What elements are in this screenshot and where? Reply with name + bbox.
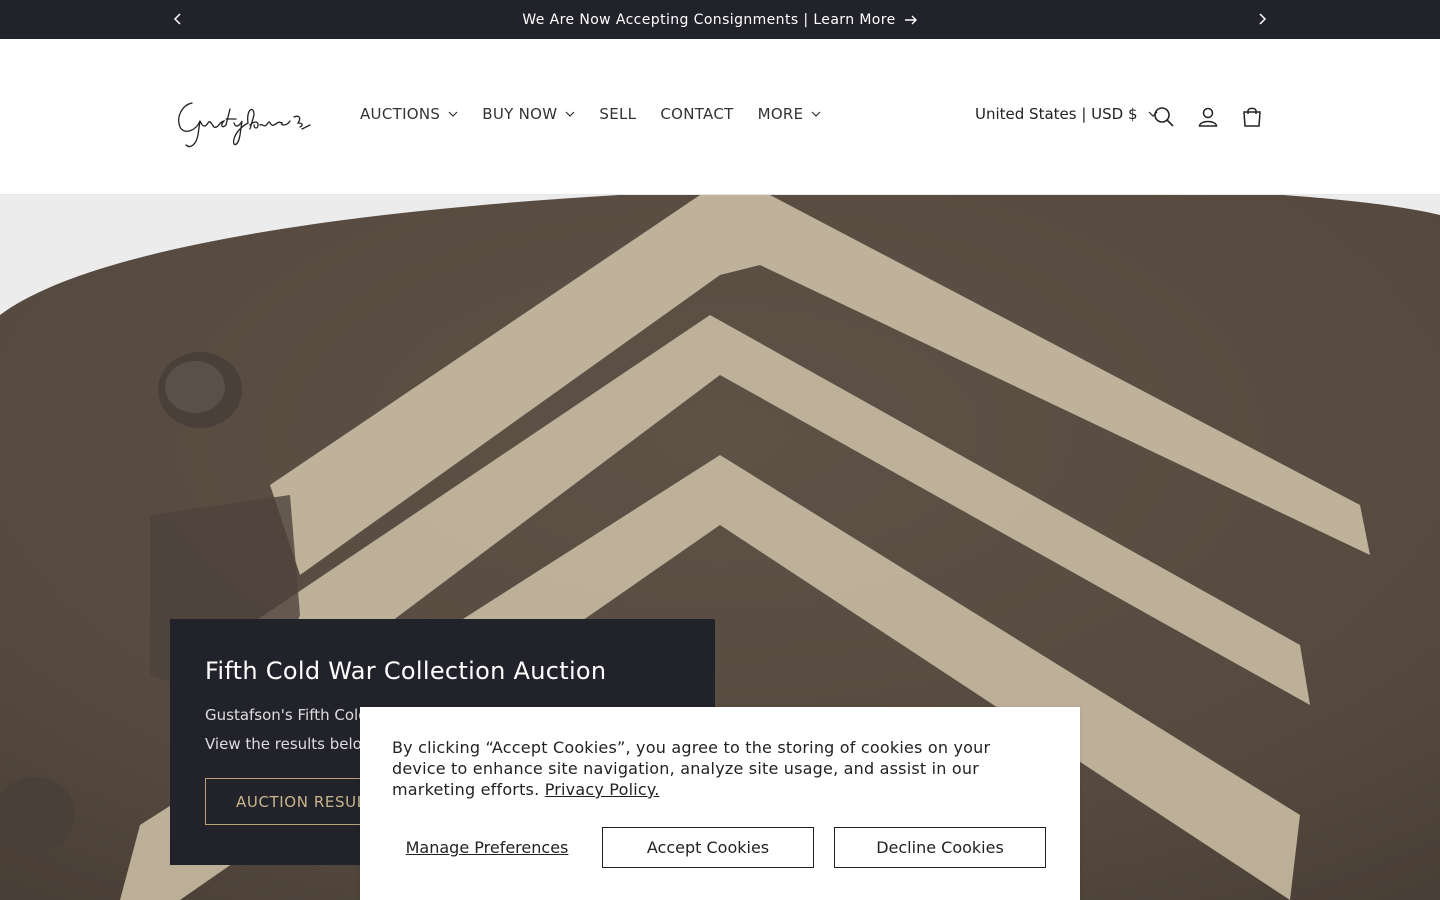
cookie-text-block: By clicking “Accept Cookies”, you agree … bbox=[392, 737, 1048, 800]
announcement-link[interactable]: We Are Now Accepting Consignments | Lear… bbox=[522, 12, 917, 28]
announcement-next-button[interactable] bbox=[1252, 9, 1272, 29]
search-button[interactable] bbox=[1152, 105, 1176, 129]
nav-contact-label: CONTACT bbox=[660, 105, 734, 123]
nav-auctions-label: AUCTIONS bbox=[360, 105, 441, 123]
site-logo[interactable] bbox=[174, 95, 316, 151]
nav-buy-now[interactable]: BUY NOW bbox=[482, 105, 575, 123]
cookie-banner: By clicking “Accept Cookies”, you agree … bbox=[360, 707, 1080, 900]
chevron-right-icon bbox=[1259, 13, 1267, 25]
main-nav: AUCTIONS BUY NOW SELL CONTACT MORE bbox=[360, 105, 845, 123]
site-header: AUCTIONS BUY NOW SELL CONTACT MORE Unite… bbox=[0, 39, 1440, 195]
cart-button[interactable] bbox=[1240, 105, 1264, 129]
announcement-bar: We Are Now Accepting Consignments | Lear… bbox=[0, 0, 1440, 39]
nav-sell[interactable]: SELL bbox=[599, 105, 636, 123]
nav-sell-label: SELL bbox=[599, 105, 637, 123]
chevron-left-icon bbox=[173, 13, 181, 25]
announcement-prev-button[interactable] bbox=[168, 9, 188, 29]
nav-more-label: MORE bbox=[757, 105, 804, 123]
locale-label: United States | USD $ bbox=[975, 105, 1138, 123]
nav-more[interactable]: MORE bbox=[758, 105, 822, 123]
cookie-message: By clicking “Accept Cookies”, you agree … bbox=[392, 738, 991, 799]
search-icon bbox=[1154, 107, 1174, 127]
decline-cookies-button[interactable]: Decline Cookies bbox=[834, 827, 1046, 868]
announcement-text: We Are Now Accepting Consignments | Lear… bbox=[522, 11, 896, 28]
accept-cookies-button[interactable]: Accept Cookies bbox=[602, 827, 814, 868]
nav-buy-now-label: BUY NOW bbox=[482, 105, 558, 123]
logo-script bbox=[178, 102, 311, 148]
nav-contact[interactable]: CONTACT bbox=[660, 105, 733, 123]
manage-preferences-button[interactable]: Manage Preferences bbox=[392, 827, 582, 868]
account-button[interactable] bbox=[1196, 105, 1220, 129]
nav-auctions[interactable]: AUCTIONS bbox=[360, 105, 458, 123]
privacy-policy-link[interactable]: Privacy Policy. bbox=[545, 780, 660, 799]
chevron-down-icon bbox=[448, 111, 458, 117]
arrow-right-icon bbox=[904, 15, 917, 24]
chevron-down-icon bbox=[812, 111, 821, 117]
cookie-actions: Manage Preferences Accept Cookies Declin… bbox=[392, 827, 1046, 868]
cart-icon bbox=[1243, 107, 1261, 127]
locale-selector[interactable]: United States | USD $ bbox=[975, 105, 1158, 123]
chevron-down-icon bbox=[565, 111, 575, 117]
hero-title: Fifth Cold War Collection Auction bbox=[205, 657, 607, 685]
account-icon bbox=[1198, 107, 1218, 127]
